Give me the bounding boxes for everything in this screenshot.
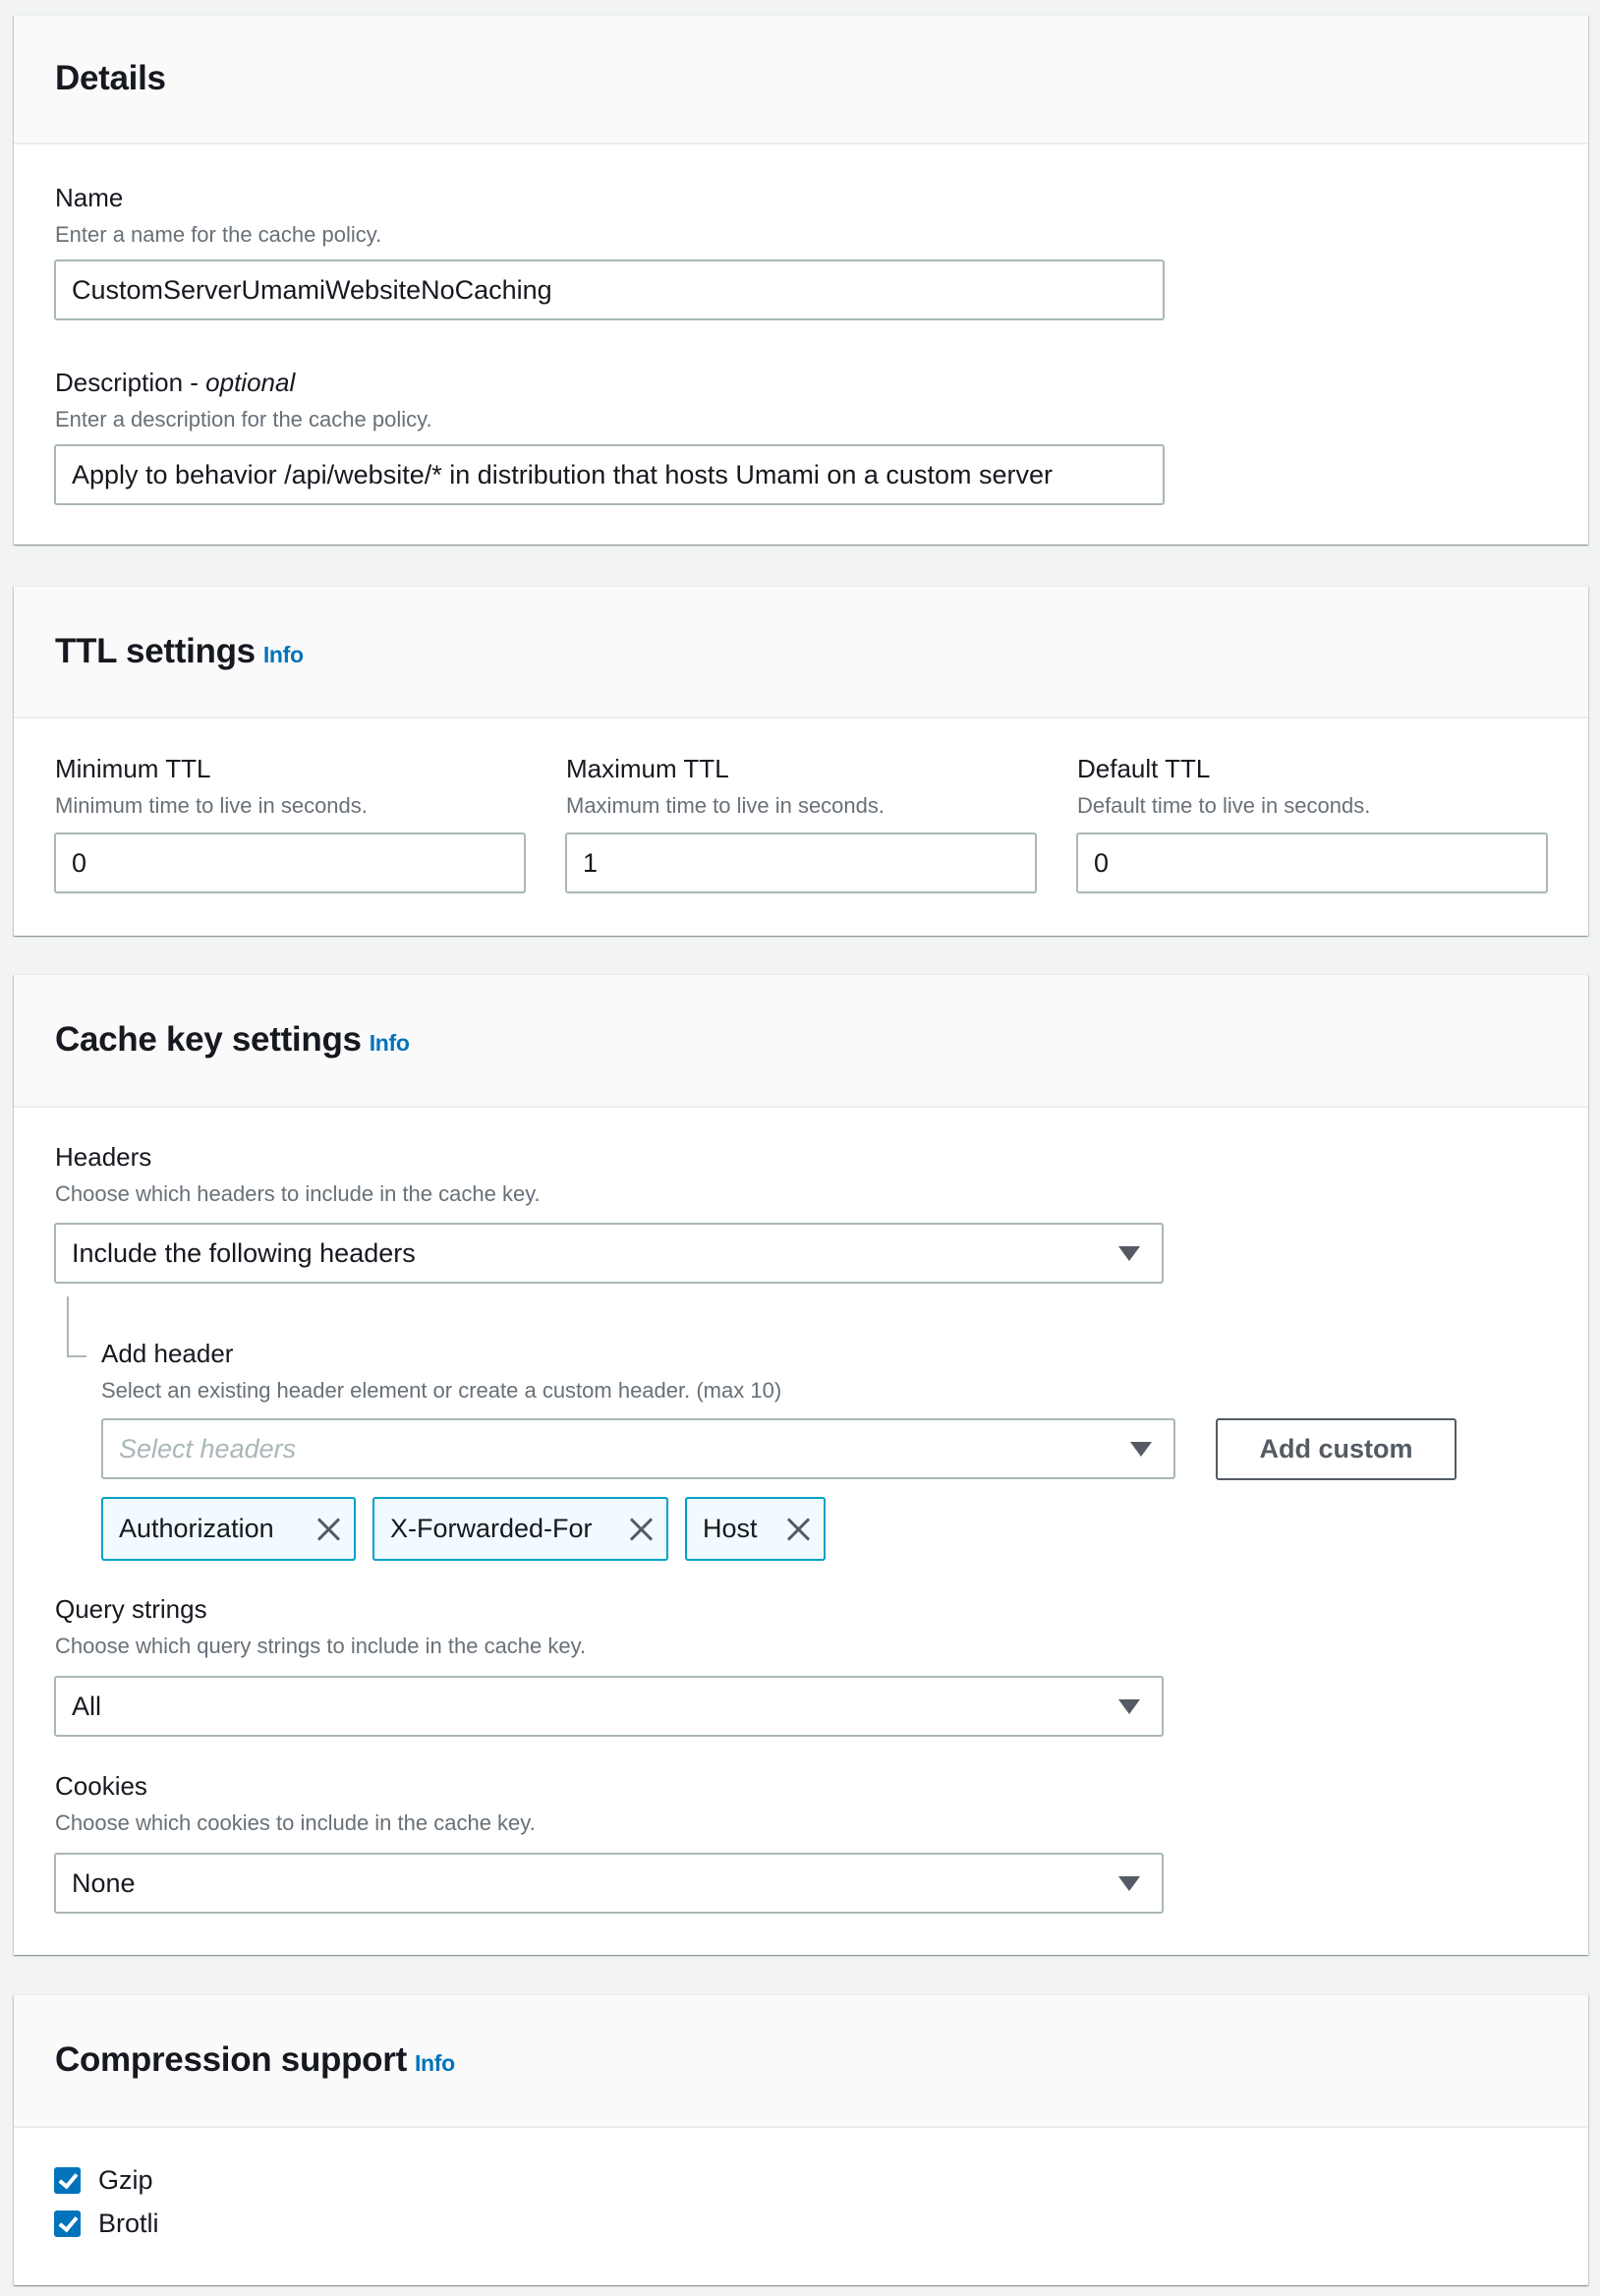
compression-panel: Compression support Info Gzip Brotli <box>14 1994 1588 2285</box>
compression-title-text: Compression support <box>55 2040 407 2079</box>
brotli-checkbox[interactable] <box>54 2210 81 2237</box>
header-token: X-Forwarded-For <box>372 1497 668 1561</box>
compression-header: Compression support Info <box>14 1995 1588 2128</box>
cookies-label: Cookies <box>55 1771 147 1801</box>
gzip-checkbox[interactable] <box>54 2167 81 2194</box>
description-label-optional: optional <box>205 368 296 397</box>
header-token-label: Host <box>703 1514 758 1543</box>
query-strings-label: Query strings <box>55 1594 207 1624</box>
caret-down-icon <box>1130 1442 1152 1457</box>
header-token-label: X-Forwarded-For <box>390 1514 593 1543</box>
max-ttl-input[interactable]: 1 <box>565 832 1037 893</box>
cache-key-info-link[interactable]: Info <box>370 1030 410 1056</box>
max-ttl-label: Maximum TTL <box>566 754 729 783</box>
select-headers-placeholder: Select headers <box>119 1434 297 1464</box>
cache-key-header: Cache key settings Info <box>14 975 1588 1108</box>
add-custom-button[interactable]: Add custom <box>1216 1418 1457 1480</box>
cookies-description: Choose which cookies to include in the c… <box>55 1810 536 1835</box>
description-description: Enter a description for the cache policy… <box>55 407 432 431</box>
remove-token-icon[interactable] <box>629 1518 653 1541</box>
ttl-panel: TTL settings Info Minimum TTL Minimum tim… <box>14 586 1588 936</box>
headers-select-value: Include the following headers <box>72 1238 416 1268</box>
brotli-label: Brotli <box>98 2209 159 2238</box>
add-header-description: Select an existing header element or cre… <box>101 1378 782 1403</box>
description-label-text: Description - <box>55 368 206 397</box>
compression-title: Compression support Info <box>55 2021 455 2102</box>
ttl-header: TTL settings Info <box>14 587 1588 718</box>
add-header-label: Add header <box>101 1339 234 1368</box>
description-input[interactable]: Apply to behavior /api/website/* in dist… <box>54 444 1165 505</box>
headers-description: Choose which headers to include in the c… <box>55 1181 541 1206</box>
ttl-title: TTL settings Info <box>55 612 304 694</box>
headers-select[interactable]: Include the following headers <box>54 1223 1164 1284</box>
details-header: Details <box>14 16 1588 144</box>
remove-token-icon[interactable] <box>786 1518 810 1541</box>
tree-connector-stub <box>67 1355 86 1357</box>
query-strings-description: Choose which query strings to include in… <box>55 1634 587 1658</box>
caret-down-icon <box>1118 1699 1140 1714</box>
remove-token-icon[interactable] <box>316 1518 340 1541</box>
name-label: Name <box>55 183 124 212</box>
header-token-label: Authorization <box>119 1514 274 1543</box>
compression-info-link[interactable]: Info <box>415 2050 455 2076</box>
min-ttl-label: Minimum TTL <box>55 754 211 783</box>
min-ttl-description: Minimum time to live in seconds. <box>55 793 368 818</box>
name-description: Enter a name for the cache policy. <box>55 222 382 247</box>
details-title: Details <box>55 59 166 97</box>
gzip-label: Gzip <box>98 2165 153 2195</box>
query-strings-select-value: All <box>72 1692 102 1721</box>
ttl-title-text: TTL settings <box>55 632 256 670</box>
header-token: Host <box>685 1497 826 1561</box>
cache-key-title: Cache key settings Info <box>55 1001 410 1082</box>
cookies-select-value: None <box>72 1868 136 1898</box>
headers-label: Headers <box>55 1142 152 1172</box>
cache-key-title-text: Cache key settings <box>55 1020 362 1059</box>
details-panel: Details Name Enter a name for the cache … <box>14 15 1588 545</box>
default-ttl-description: Default time to live in seconds. <box>1077 793 1371 818</box>
query-strings-select[interactable]: All <box>54 1676 1164 1737</box>
ttl-info-link[interactable]: Info <box>263 642 304 667</box>
header-token: Authorization <box>101 1497 356 1561</box>
min-ttl-input[interactable]: 0 <box>54 832 526 893</box>
description-label: Description - optional <box>55 368 295 398</box>
caret-down-icon <box>1118 1246 1140 1261</box>
default-ttl-label: Default TTL <box>1077 754 1211 783</box>
select-headers-dropdown[interactable]: Select headers <box>101 1418 1175 1479</box>
default-ttl-input[interactable]: 0 <box>1076 832 1548 893</box>
cache-key-panel: Cache key settings Info Headers Choose wh… <box>14 974 1588 1955</box>
tree-connector-line <box>67 1296 69 1357</box>
caret-down-icon <box>1118 1876 1140 1891</box>
max-ttl-description: Maximum time to live in seconds. <box>566 793 885 818</box>
cookies-select[interactable]: None <box>54 1853 1164 1914</box>
name-input[interactable]: CustomServerUmamiWebsiteNoCaching <box>54 259 1165 320</box>
